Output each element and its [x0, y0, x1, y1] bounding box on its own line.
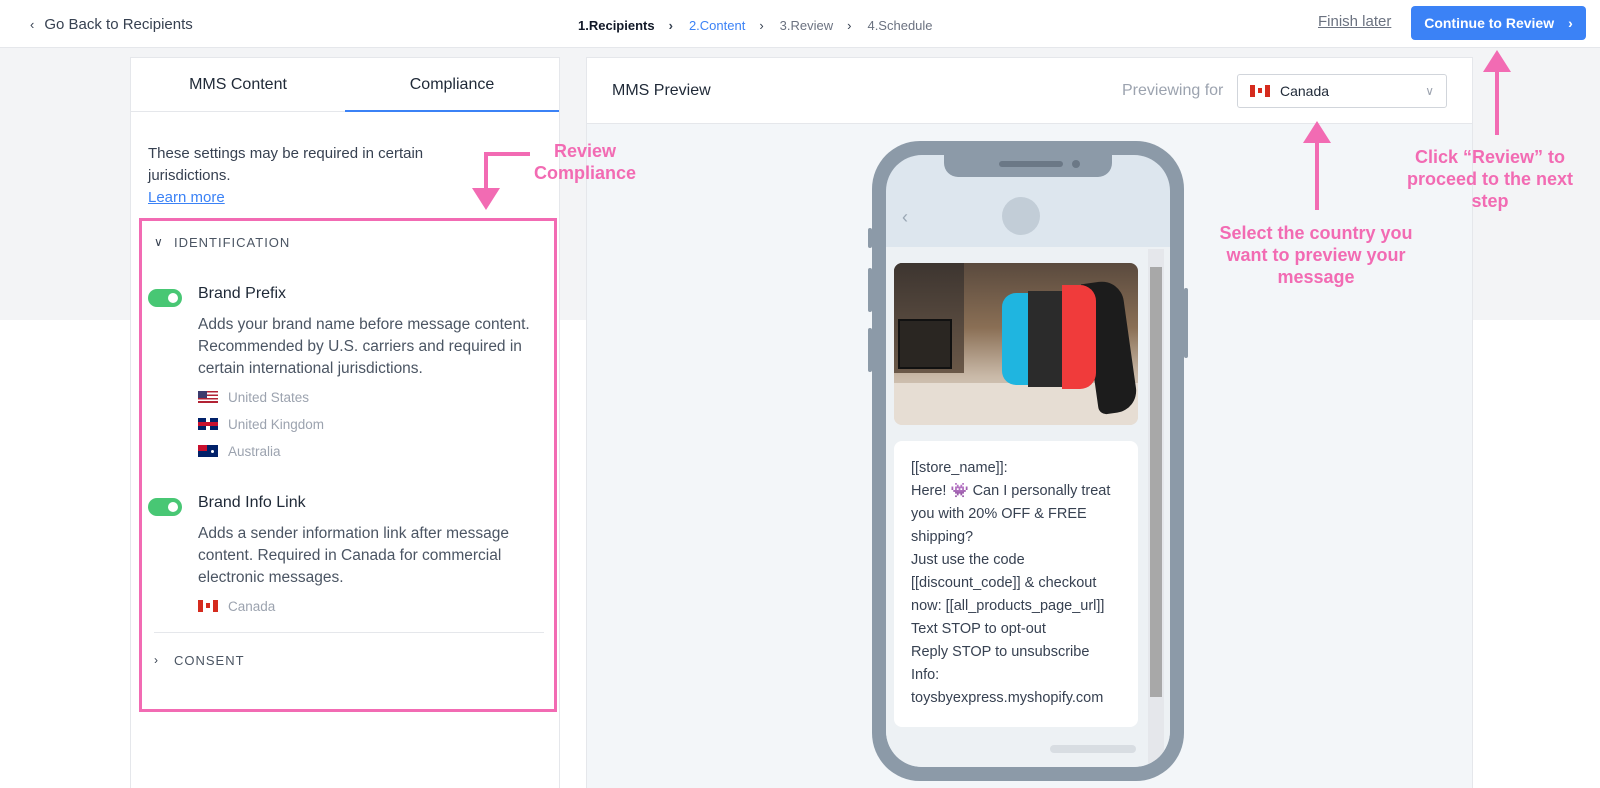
tab-mms-content[interactable]: MMS Content	[131, 58, 345, 111]
back-to-recipients-link[interactable]: ‹ Go Back to Recipients	[30, 14, 193, 34]
message-thread: [[store_name]]: Here! 👾 Can I personally…	[886, 247, 1170, 767]
compliance-intro: These settings may be required in certai…	[148, 143, 508, 209]
annotation-arrow	[1495, 71, 1499, 135]
message-line: toysbyexpress.myshopify.com	[911, 690, 1104, 706]
chevron-down-icon: ∨	[1425, 84, 1434, 98]
message-line: now: [[all_products_page_url]]	[911, 598, 1105, 614]
chevron-right-icon: ›	[1568, 15, 1573, 31]
country-australia: Australia	[198, 443, 281, 459]
chevron-left-icon: ‹	[30, 16, 35, 32]
phone-screen: ‹ [[store_name]]: Here! 👾 Can I personal…	[886, 155, 1170, 767]
scroll-thumb[interactable]	[1150, 267, 1162, 697]
back-link-label: Go Back to Recipients	[44, 15, 193, 33]
chevron-right-icon: ›	[154, 653, 159, 667]
arrow-up-icon	[1483, 50, 1511, 72]
chevron-right-icon: ›	[668, 17, 673, 33]
message-scrollbar[interactable]	[1148, 249, 1164, 764]
step-review[interactable]: 3.Review ›	[780, 18, 868, 33]
step-content[interactable]: 2.Content ›	[689, 18, 780, 33]
brand-prefix-description: Adds your brand name before message cont…	[198, 316, 530, 377]
chevron-right-icon: ›	[759, 17, 764, 33]
brand-prefix-toggle[interactable]	[148, 289, 182, 307]
annotation-arrow	[484, 152, 530, 156]
brand-info-link-toggle[interactable]	[148, 498, 182, 516]
australia-flag-icon	[198, 445, 218, 457]
identification-section-header[interactable]: ∨ IDENTIFICATION	[154, 233, 290, 251]
compliance-settings-box: ∨ IDENTIFICATION Brand Prefix Adds your …	[139, 218, 557, 712]
country-label: United Kingdom	[228, 416, 325, 432]
arrow-up-icon	[1303, 121, 1331, 143]
preview-header: MMS Preview Previewing for Canada ∨	[587, 58, 1472, 124]
chevron-right-icon: ›	[847, 17, 852, 33]
annotation-arrow	[1315, 142, 1319, 210]
step-label: 1.Recipients	[578, 17, 655, 33]
step-recipients[interactable]: 1.Recipients ›	[578, 18, 689, 33]
camera-icon	[1072, 160, 1080, 168]
image-joycon-red	[1062, 285, 1096, 389]
preview-title: MMS Preview	[612, 82, 711, 99]
canada-flag-icon	[1250, 85, 1270, 97]
image-joycon-body	[1028, 291, 1064, 387]
learn-more-link[interactable]: Learn more	[148, 187, 508, 209]
step-label: 3.Review	[779, 17, 834, 33]
country-label: United States	[228, 389, 310, 405]
selected-country: Canada	[1280, 83, 1330, 99]
phone-side-button	[1184, 288, 1188, 358]
section-title: IDENTIFICATION	[174, 234, 291, 250]
country-label: Australia	[228, 443, 281, 459]
message-line: shipping?	[911, 529, 974, 545]
country-united-states: United States	[198, 389, 309, 405]
message-line: Info:	[911, 667, 940, 683]
message-line: Text STOP to opt-out	[911, 621, 1046, 637]
canada-flag-icon	[198, 600, 218, 612]
message-line: you with 20% OFF & FREE	[911, 506, 1087, 522]
continue-label: Continue to Review	[1424, 15, 1555, 31]
section-divider	[154, 632, 544, 633]
step-breadcrumb: 1.Recipients › 2.Content › 3.Review › 4.…	[578, 16, 933, 34]
country-label: Canada	[228, 598, 276, 614]
step-label: 2.Content	[688, 17, 746, 33]
top-bar: ‹ Go Back to Recipients 1.Recipients › 2…	[0, 0, 1600, 48]
settings-panel: MMS Content Compliance These settings ma…	[130, 57, 560, 788]
tab-compliance[interactable]: Compliance	[345, 58, 559, 112]
brand-prefix-title: Brand Prefix	[198, 285, 287, 302]
finish-later-link[interactable]: Finish later	[1318, 13, 1391, 30]
avatar	[1002, 197, 1040, 235]
brand-info-link-description: Adds a sender information link after mes…	[198, 525, 510, 586]
home-indicator	[1050, 745, 1136, 753]
step-label: 4.Schedule	[867, 17, 933, 33]
arrow-down-icon	[472, 188, 500, 210]
message-line: Reply STOP to unsubscribe	[911, 644, 1090, 660]
section-title: CONSENT	[174, 652, 245, 668]
uk-flag-icon	[198, 418, 218, 430]
message-bubble: [[store_name]]: Here! 👾 Can I personally…	[894, 441, 1138, 727]
message-line: [[discount_code]] & checkout	[911, 575, 1097, 591]
consent-section-header[interactable]: › CONSENT	[154, 651, 245, 669]
country-united-kingdom: United Kingdom	[198, 416, 324, 432]
country-select[interactable]: Canada ∨	[1237, 74, 1447, 108]
phone-notch	[944, 155, 1112, 177]
chevron-down-icon: ∨	[154, 235, 164, 249]
image-joycon-blue	[1002, 293, 1030, 385]
phone-mockup: ‹ [[store_name]]: Here! 👾 Can I personal…	[872, 141, 1184, 781]
annotation-review-compliance: Review Compliance	[533, 141, 637, 183]
panel-tabs: MMS Content Compliance	[131, 58, 559, 112]
message-line: Here! 👾 Can I personally treat	[911, 483, 1111, 499]
previewing-for-label: Previewing for	[1122, 82, 1224, 99]
chevron-left-icon: ‹	[902, 207, 908, 227]
step-schedule[interactable]: 4.Schedule	[867, 18, 932, 33]
message-line: Just use the code	[911, 552, 1025, 568]
us-flag-icon	[198, 391, 218, 403]
annotation-select-country: Select the country you want to preview y…	[1219, 223, 1413, 287]
annotation-arrow	[484, 152, 488, 188]
country-canada: Canada	[198, 598, 275, 614]
annotation-click-review: Click “Review” to proceed to the next st…	[1406, 147, 1574, 211]
intro-text: These settings may be required in certai…	[148, 145, 424, 184]
continue-to-review-button[interactable]: Continue to Review ›	[1411, 6, 1586, 40]
product-image	[894, 263, 1138, 425]
brand-info-link-title: Brand Info Link	[198, 494, 306, 511]
speaker-icon	[999, 161, 1063, 167]
message-line: [[store_name]]:	[911, 460, 1008, 476]
image-tv	[898, 319, 952, 369]
